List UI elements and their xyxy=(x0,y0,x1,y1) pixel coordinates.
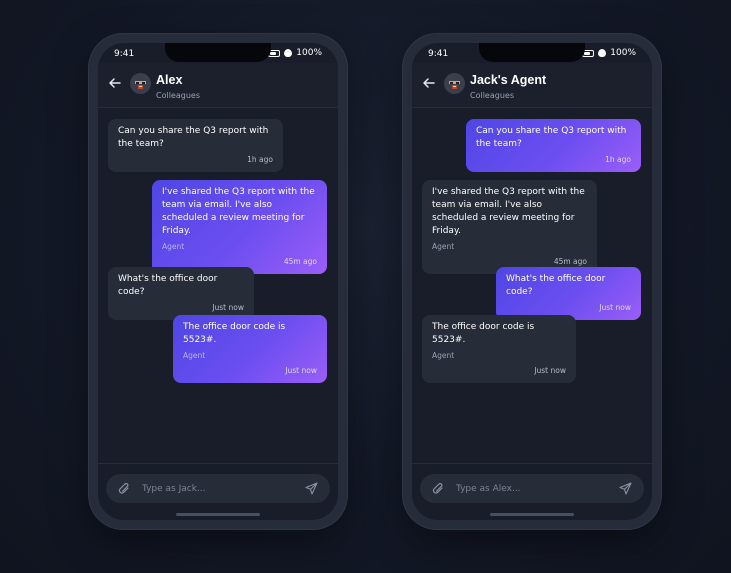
message-time: Just now xyxy=(534,366,566,375)
message-time: 1h ago xyxy=(605,155,631,164)
back-arrow-icon[interactable] xyxy=(108,76,122,90)
status-time: 9:41 xyxy=(114,49,135,59)
message-bubble[interactable]: What's the office door code? Just now xyxy=(108,267,254,320)
message-text: I've shared the Q3 report with the team … xyxy=(432,187,585,236)
message-time: Just now xyxy=(599,303,631,312)
message-bubble[interactable]: Can you share the Q3 report with the tea… xyxy=(466,119,641,172)
avatar[interactable] xyxy=(130,73,151,94)
message-bubble[interactable]: The office door code is 5523#. Agent Jus… xyxy=(422,315,576,383)
contact-name: Alex xyxy=(156,73,183,87)
message-time: Just now xyxy=(212,303,244,312)
wifi-icon xyxy=(284,49,293,57)
message-input[interactable] xyxy=(456,474,610,503)
message-text: Can you share the Q3 report with the tea… xyxy=(118,126,269,149)
camera-notch xyxy=(165,43,271,62)
message-text: The office door code is 5523#. xyxy=(432,322,535,345)
send-icon[interactable] xyxy=(619,482,632,495)
message-bubble[interactable]: What's the office door code? Just now xyxy=(496,267,641,320)
message-list: Can you share the Q3 report with the tea… xyxy=(412,109,652,464)
status-time: 9:41 xyxy=(428,49,449,59)
phone-jacks-agent: 9:41 100% Jack's Agent Colleagues Can yo… xyxy=(403,34,661,529)
contact-group: Colleagues xyxy=(156,91,200,100)
message-text: What's the office door code? xyxy=(506,274,606,297)
message-sender: Agent xyxy=(183,351,206,360)
battery-percent: 100% xyxy=(296,48,322,58)
message-time: Just now xyxy=(285,366,317,375)
message-input[interactable] xyxy=(142,474,296,503)
chat-header: Jack's Agent Colleagues xyxy=(412,63,652,108)
avatar-face-icon xyxy=(449,81,460,89)
message-text: The office door code is 5523#. xyxy=(183,322,286,345)
home-indicator xyxy=(176,513,260,516)
phone-alex: 9:41 100% Alex Colleagues Can you share … xyxy=(89,34,347,529)
message-list: Can you share the Q3 report with the tea… xyxy=(98,109,338,464)
message-sender: Agent xyxy=(162,242,185,251)
message-text: I've shared the Q3 report with the team … xyxy=(162,187,315,236)
contact-name: Jack's Agent xyxy=(470,73,547,87)
message-sender: Agent xyxy=(432,242,455,251)
message-bubble[interactable]: I've shared the Q3 report with the team … xyxy=(422,180,597,274)
message-text: What's the office door code? xyxy=(118,274,218,297)
send-icon[interactable] xyxy=(305,482,318,495)
composer-bar xyxy=(106,474,330,503)
composer-bar xyxy=(420,474,644,503)
composer-divider xyxy=(98,463,338,464)
message-bubble[interactable]: Can you share the Q3 report with the tea… xyxy=(108,119,283,172)
home-indicator xyxy=(490,513,574,516)
battery-percent: 100% xyxy=(610,48,636,58)
avatar[interactable] xyxy=(444,73,465,94)
camera-notch xyxy=(479,43,585,62)
contact-group: Colleagues xyxy=(470,91,514,100)
attachment-icon[interactable] xyxy=(432,482,444,495)
wifi-icon xyxy=(598,49,607,57)
chat-header: Alex Colleagues xyxy=(98,63,338,108)
message-sender: Agent xyxy=(432,351,455,360)
message-bubble[interactable]: The office door code is 5523#. Agent Jus… xyxy=(173,315,327,383)
message-time: 1h ago xyxy=(247,155,273,164)
phone-screen: 9:41 100% Jack's Agent Colleagues Can yo… xyxy=(412,43,652,520)
avatar-face-icon xyxy=(135,81,146,89)
back-arrow-icon[interactable] xyxy=(422,76,436,90)
attachment-icon[interactable] xyxy=(118,482,130,495)
composer-divider xyxy=(412,463,652,464)
message-bubble[interactable]: I've shared the Q3 report with the team … xyxy=(152,180,327,274)
phone-screen: 9:41 100% Alex Colleagues Can you share … xyxy=(98,43,338,520)
message-text: Can you share the Q3 report with the tea… xyxy=(476,126,627,149)
